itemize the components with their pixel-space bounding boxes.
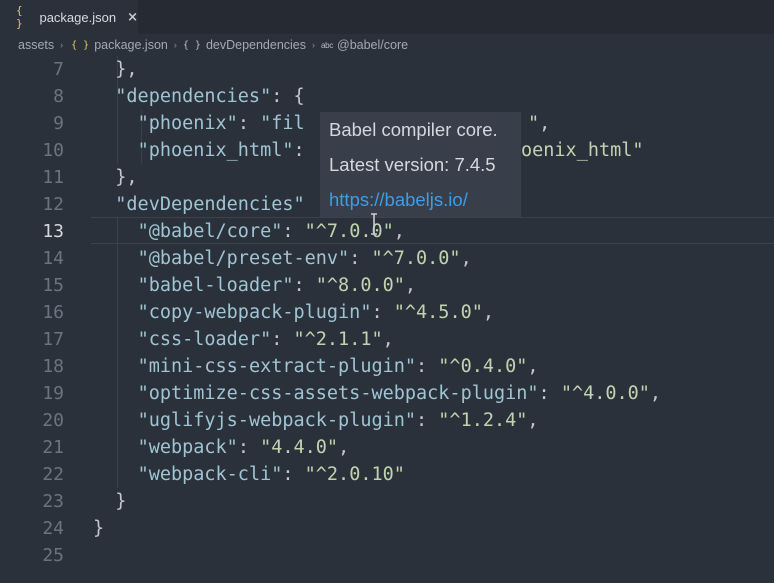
code-line[interactable]: 15 "babel-loader": "^8.0.0", <box>0 272 774 299</box>
code-text: "webpack-cli": "^2.0.10" <box>137 464 405 485</box>
chevron-right-icon: › <box>173 40 177 50</box>
line-number: 19 <box>42 383 64 404</box>
line-number: 20 <box>42 410 64 431</box>
line-number: 11 <box>42 167 64 188</box>
line-number: 16 <box>42 302 64 323</box>
line-number: 15 <box>42 275 64 296</box>
breadcrumb: assets › { } package.json › { } devDepen… <box>0 34 774 56</box>
code-line[interactable]: 14 "@babel/preset-env": "^7.0.0", <box>0 245 774 272</box>
chevron-right-icon: › <box>60 40 64 50</box>
code-line[interactable]: 17 "css-loader": "^2.1.1", <box>0 326 774 353</box>
code-line[interactable]: 24} <box>0 515 774 542</box>
line-number: 17 <box>42 329 64 350</box>
code-text: "babel-loader": "^8.0.0", <box>137 275 417 296</box>
code-text: }, <box>115 59 138 80</box>
code-text: }, <box>115 167 138 188</box>
code-line[interactable]: 22 "webpack-cli": "^2.0.10" <box>0 461 774 488</box>
code-line[interactable]: 7 }, <box>0 56 774 83</box>
code-line[interactable]: 8 "dependencies": { <box>0 83 774 110</box>
tab-package-json[interactable]: { } package.json × <box>0 0 138 34</box>
code-text: "mini-css-extract-plugin": "^0.4.0", <box>137 356 539 377</box>
code-text: "copy-webpack-plugin": "^4.5.0", <box>137 302 494 323</box>
line-number: 18 <box>42 356 64 377</box>
line-number: 21 <box>42 437 64 458</box>
object-braces-icon: { } <box>182 39 201 51</box>
json-braces-icon: { } <box>71 39 90 51</box>
code-line[interactable]: 16 "copy-webpack-plugin": "^4.5.0", <box>0 299 774 326</box>
breadcrumb-label: assets <box>18 38 55 52</box>
breadcrumb-label: package.json <box>94 38 168 52</box>
json-braces-icon: { } <box>16 4 23 30</box>
breadcrumb-item-assets[interactable]: assets › <box>18 38 69 52</box>
code-text: "uglifyjs-webpack-plugin": "^1.2.4", <box>137 410 539 431</box>
code-text: "@babel/core": "^7.0.0", <box>137 221 405 242</box>
line-number: 8 <box>53 86 64 107</box>
breadcrumb-label: @babel/core <box>337 38 409 52</box>
hover-description: Babel compiler core. <box>329 119 498 140</box>
breadcrumb-item-package-json[interactable]: { } package.json › <box>69 38 183 52</box>
editor-window: { } package.json × assets › { } package.… <box>0 0 774 583</box>
code-line[interactable]: 18 "mini-css-extract-plugin": "^0.4.0", <box>0 353 774 380</box>
code-line[interactable]: 19 "optimize-css-assets-webpack-plugin":… <box>0 380 774 407</box>
line-number: 22 <box>42 464 64 485</box>
tab-bar: { } package.json × <box>0 0 774 34</box>
code-text: } <box>93 518 105 539</box>
code-text: "devDependencies" <box>115 194 305 215</box>
code-text: "phoenix": "fil <box>137 113 305 134</box>
line-number: 23 <box>42 491 64 512</box>
code-text: } <box>115 491 127 512</box>
line-number: 12 <box>42 194 64 215</box>
code-text: "phoenix_html": <box>137 140 305 161</box>
line-number: 13 <box>42 221 64 242</box>
string-abc-icon: abc <box>321 40 334 50</box>
code-text: "dependencies": { <box>115 86 305 107</box>
chevron-right-icon: › <box>312 40 316 50</box>
code-fragment: oenix_html" <box>521 140 644 161</box>
line-number: 9 <box>53 113 64 134</box>
breadcrumb-label: devDependencies <box>205 38 307 52</box>
line-number: 10 <box>42 140 64 161</box>
code-text: "css-loader": "^2.1.1", <box>137 329 394 350</box>
breadcrumb-item-devdependencies[interactable]: { } devDependencies › <box>183 38 321 52</box>
text-cursor-icon <box>371 213 377 235</box>
code-text: "webpack": "4.4.0", <box>137 437 350 458</box>
code-line[interactable]: 20 "uglifyjs-webpack-plugin": "^1.2.4", <box>0 407 774 434</box>
code-text: "@babel/preset-env": "^7.0.0", <box>137 248 472 269</box>
line-number: 7 <box>53 59 64 80</box>
code-line[interactable]: 23 } <box>0 488 774 515</box>
code-line[interactable]: 25 <box>0 542 774 569</box>
code-fragment: ", <box>528 113 551 134</box>
code-text: "optimize-css-assets-webpack-plugin": "^… <box>137 383 662 404</box>
hover-tooltip: Babel compiler core. Latest version: 7.4… <box>320 112 521 217</box>
code-line[interactable]: 13 "@babel/core": "^7.0.0", <box>0 218 774 245</box>
breadcrumb-item-babel-core[interactable]: abc @babel/core <box>321 38 408 52</box>
code-line[interactable]: 21 "webpack": "4.4.0", <box>0 434 774 461</box>
line-number: 14 <box>42 248 64 269</box>
tab-label: package.json <box>39 9 117 25</box>
line-number: 25 <box>42 545 64 566</box>
hover-latest-version: Latest version: 7.4.5 <box>329 154 496 175</box>
close-icon[interactable]: × <box>127 10 138 25</box>
hover-homepage-link[interactable]: https://babeljs.io/ <box>329 187 512 212</box>
line-number: 24 <box>42 518 64 539</box>
